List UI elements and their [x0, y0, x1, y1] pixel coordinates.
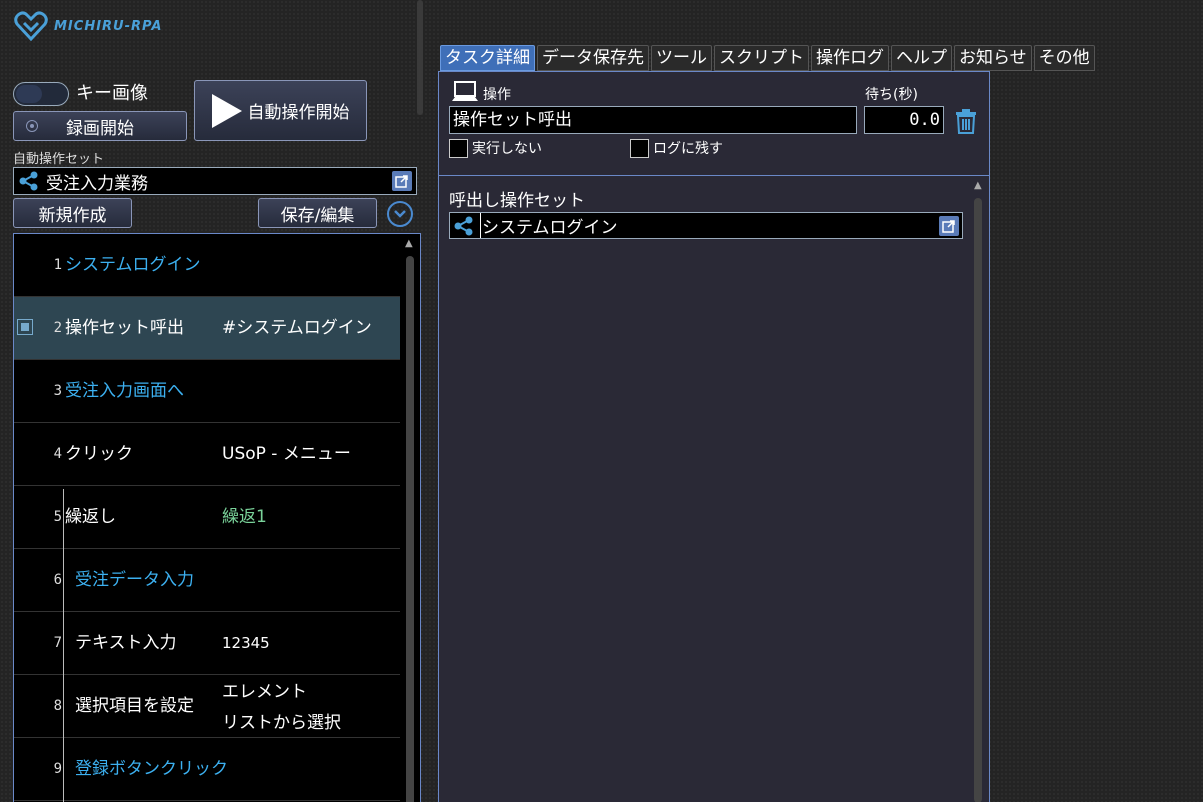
task-name: 繰返し — [65, 507, 116, 527]
tab-bar: タスク詳細 データ保存先 ツール スクリプト 操作ログ ヘルプ お知らせ その他 — [440, 45, 1095, 71]
key-image-toggle[interactable] — [13, 82, 69, 106]
task-name: テキスト入力 — [75, 633, 177, 653]
scroll-thumb[interactable] — [406, 256, 414, 802]
auto-start-button[interactable]: 自動操作開始 — [194, 80, 367, 141]
call-operation-set-label: 呼出し操作セット — [449, 191, 585, 211]
tab-task-detail[interactable]: タスク詳細 — [440, 45, 535, 71]
task-row-7[interactable]: 7 テキスト入力 12345 — [14, 612, 400, 675]
checkbox-icon — [449, 138, 468, 158]
task-value: 繰返1 — [222, 507, 267, 527]
trash-icon[interactable] — [955, 108, 977, 134]
call-operation-set-value: システムログイン — [480, 213, 939, 238]
tab-other[interactable]: その他 — [1033, 45, 1095, 71]
log-checkbox[interactable]: ログに残す — [630, 138, 723, 158]
task-list: 1 システムログイン 2 操作セット呼出 #システムログイン 3 受注入力画面へ… — [13, 233, 421, 802]
call-operation-set-field[interactable]: システムログイン — [449, 212, 963, 239]
external-link-icon[interactable] — [939, 215, 959, 236]
task-row-4[interactable]: 4 クリック USoP - メニュー — [14, 423, 400, 486]
loop-indent-line — [63, 489, 64, 802]
task-value: エレメント — [222, 682, 307, 702]
task-row-3[interactable]: 3 受注入力画面へ — [14, 360, 400, 423]
task-name: クリック — [65, 444, 133, 464]
no-run-label: 実行しない — [472, 141, 542, 157]
task-number: 5 — [53, 509, 62, 525]
operation-section: 操作 待ち(秒) 操作セット呼出 0.0 実行しない ログに残す — [439, 72, 989, 176]
task-name: 登録ボタンクリック — [75, 759, 228, 779]
scroll-up-icon[interactable]: ▲ — [974, 180, 982, 191]
share-icon — [19, 171, 38, 191]
task-number: 4 — [53, 446, 62, 462]
task-row-8[interactable]: 8 選択項目を設定 エレメント リストから選択 — [14, 675, 400, 738]
heart-logo-icon — [14, 11, 48, 41]
task-name: 選択項目を設定 — [75, 696, 194, 716]
wait-label: 待ち(秒) — [865, 87, 918, 103]
task-name: 受注入力画面へ — [65, 381, 184, 401]
tab-notice[interactable]: お知らせ — [954, 45, 1032, 71]
checkbox-icon — [630, 138, 649, 158]
app-logo: MICHIRU-RPA — [14, 10, 162, 42]
task-detail-panel: 操作 待ち(秒) 操作セット呼出 0.0 実行しない ログに残す 呼出し操作セッ… — [438, 71, 990, 802]
play-icon — [211, 93, 242, 128]
tab-operation-log[interactable]: 操作ログ — [811, 45, 889, 71]
share-icon — [454, 216, 473, 235]
task-row-2[interactable]: 2 操作セット呼出 #システムログイン — [14, 297, 400, 360]
task-number: 6 — [53, 572, 62, 588]
external-link-icon[interactable] — [392, 171, 412, 191]
wait-seconds-field[interactable]: 0.0 — [864, 106, 944, 134]
no-run-checkbox[interactable]: 実行しない — [449, 138, 542, 158]
save-edit-button[interactable]: 保存/編集 — [258, 198, 377, 228]
task-value: #システムログイン — [222, 318, 372, 338]
task-name: 受注データ入力 — [75, 570, 194, 590]
logo-text: MICHIRU-RPA — [54, 18, 163, 34]
key-image-label: キー画像 — [76, 83, 148, 104]
task-value-line2: リストから選択 — [222, 713, 341, 733]
record-label: 録画開始 — [66, 118, 134, 139]
task-row-6[interactable]: 6 受注データ入力 — [14, 549, 400, 612]
task-number: 7 — [53, 635, 62, 651]
splitter-handle[interactable] — [417, 0, 423, 115]
scroll-thumb[interactable] — [974, 198, 982, 802]
scroll-up-icon[interactable]: ▲ — [405, 238, 413, 249]
task-value: USoP - メニュー — [222, 444, 351, 464]
chevron-down-icon[interactable] — [387, 201, 413, 227]
computer-icon — [452, 81, 478, 101]
record-start-button[interactable]: 録画開始 — [13, 111, 187, 141]
task-number: 1 — [53, 257, 62, 273]
task-list-scrollbar[interactable]: ▲ — [400, 234, 420, 802]
task-row-5[interactable]: 5 繰返し 繰返1 — [14, 486, 400, 549]
task-number: 9 — [53, 761, 62, 777]
task-name: システムログイン — [65, 255, 201, 275]
operation-label: 操作 — [483, 87, 511, 103]
detail-scrollbar[interactable]: ▲ — [971, 180, 987, 802]
new-create-button[interactable]: 新規作成 — [13, 198, 132, 228]
tab-script[interactable]: スクリプト — [714, 45, 809, 71]
operation-field[interactable]: 操作セット呼出 — [449, 106, 857, 134]
task-row-1[interactable]: 1 システムログイン — [14, 234, 400, 297]
task-row-9[interactable]: 9 登録ボタンクリック — [14, 738, 400, 801]
log-label: ログに残す — [653, 141, 723, 157]
tab-help[interactable]: ヘルプ — [891, 45, 952, 71]
task-number: 2 — [53, 320, 62, 336]
auto-start-label: 自動操作開始 — [247, 103, 350, 123]
task-number: 3 — [53, 383, 62, 399]
tab-data-destination[interactable]: データ保存先 — [537, 45, 649, 71]
radio-icon — [26, 120, 38, 132]
tab-tools[interactable]: ツール — [651, 45, 712, 71]
task-name: 操作セット呼出 — [65, 318, 184, 338]
task-number: 8 — [53, 698, 62, 714]
operation-set-value: 受注入力業務 — [46, 173, 148, 194]
operation-set-field[interactable]: 受注入力業務 — [13, 167, 417, 195]
operation-set-label: 自動操作セット — [13, 152, 105, 167]
task-value: 12345 — [222, 634, 270, 652]
